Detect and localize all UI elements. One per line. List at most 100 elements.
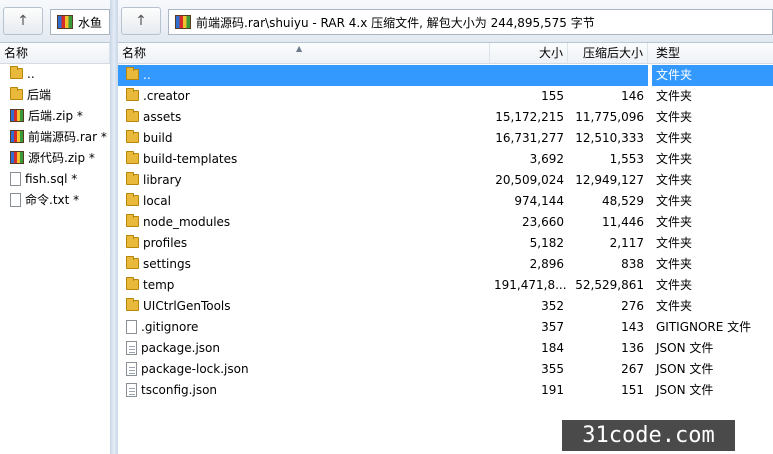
table-row[interactable]: build-templates 3,692 1,553 文件夹	[118, 149, 773, 170]
row-type: 文件夹	[656, 257, 693, 271]
up-arrow-icon: ↑	[135, 13, 147, 29]
doc-icon	[126, 319, 137, 334]
row-packed-size: 136	[621, 341, 644, 355]
folder-icon	[126, 193, 139, 206]
row-name: ..	[143, 68, 151, 82]
table-row[interactable]: .. 文件夹	[118, 65, 773, 86]
row-name: tsconfig.json	[141, 383, 218, 397]
row-size: 23,660	[522, 215, 564, 229]
table-row[interactable]: local 974,144 48,529 文件夹	[118, 191, 773, 212]
table-row[interactable]: build 16,731,277 12,510,333 文件夹	[118, 128, 773, 149]
row-packed-size: 52,529,861	[575, 278, 644, 292]
row-type: GITIGNORE 文件	[656, 320, 752, 334]
table-row[interactable]: package.json 184 136 JSON 文件	[118, 338, 773, 359]
folder-icon	[10, 66, 23, 79]
left-file-pane: ↑ 水鱼 名称 .. 后端后端.zip * 前端源码.rar * 源代码.zip * f…	[0, 0, 111, 454]
table-row[interactable]: settings 2,896 838 文件夹	[118, 254, 773, 275]
json-file-icon	[126, 361, 137, 376]
list-item[interactable]: 后端.zip *	[0, 106, 110, 127]
table-row[interactable]: .creator 155 146 文件夹	[118, 86, 773, 107]
row-size: 155	[541, 89, 564, 103]
row-packed-size: 146	[621, 89, 644, 103]
folder-icon	[126, 256, 139, 269]
list-item[interactable]: ..	[0, 64, 110, 85]
col-name-label: 名称	[122, 46, 147, 60]
row-type: 文件夹	[656, 236, 693, 250]
json-file-icon	[126, 382, 137, 397]
archive-path-field[interactable]: 前端源码.rar\shuiyu - RAR 4.x 压缩文件, 解包大小为 24…	[168, 9, 773, 35]
pane-splitter[interactable]	[110, 0, 118, 454]
left-up-button[interactable]: ↑	[3, 7, 43, 35]
right-toolbar: ↑ 前端源码.rar\shuiyu - RAR 4.x 压缩文件, 解包大小为 …	[118, 0, 773, 43]
col-header-size[interactable]: 大小	[490, 43, 568, 63]
row-name: temp	[143, 278, 175, 292]
doc-icon	[10, 192, 21, 207]
table-row[interactable]: profiles 5,182 2,117 文件夹	[118, 233, 773, 254]
rar-icon	[57, 15, 73, 29]
table-row[interactable]: package-lock.json 355 267 JSON 文件	[118, 359, 773, 380]
row-type: 文件夹	[656, 110, 693, 124]
row-name: local	[143, 194, 171, 208]
col-header-name[interactable]: 名称 ▲	[118, 43, 490, 63]
row-packed-size: 267	[621, 362, 644, 376]
row-size: 191	[541, 383, 564, 397]
left-toolbar: ↑ 水鱼	[0, 0, 110, 43]
folder-icon	[126, 130, 139, 143]
row-packed-size: 12,510,333	[575, 131, 644, 145]
row-type: 文件夹	[656, 299, 693, 313]
row-type: JSON 文件	[656, 341, 714, 355]
row-size: 5,182	[529, 236, 564, 250]
rar-icon	[175, 15, 191, 29]
left-path-text: 水鱼	[78, 15, 103, 30]
table-row[interactable]: node_modules 23,660 11,446 文件夹	[118, 212, 773, 233]
table-row[interactable]: .gitignore 357 143 GITIGNORE 文件	[118, 317, 773, 338]
row-name: assets	[143, 110, 182, 124]
row-packed-size: 151	[621, 383, 644, 397]
table-row[interactable]: tsconfig.json 191 151 JSON 文件	[118, 380, 773, 401]
row-packed-size: 276	[621, 299, 644, 313]
list-item[interactable]: 源代码.zip *	[0, 148, 110, 169]
rar-icon	[10, 151, 24, 164]
folder-icon	[126, 277, 139, 290]
list-item[interactable]: 前端源码.rar *	[0, 127, 110, 148]
row-name: node_modules	[143, 215, 231, 229]
doc-icon	[10, 171, 21, 186]
list-item[interactable]: fish.sql *	[0, 169, 110, 190]
row-name: build	[143, 131, 173, 145]
list-item-label: ..	[27, 67, 35, 81]
folder-icon	[126, 88, 139, 101]
row-type: 文件夹	[656, 194, 693, 208]
list-item-label: 源代码.zip *	[28, 151, 95, 165]
list-item-label: 命令.txt *	[25, 193, 80, 207]
row-type: 文件夹	[656, 89, 693, 103]
col-header-packed[interactable]: 压缩后大小	[568, 43, 648, 63]
row-type: 文件夹	[652, 65, 773, 86]
row-size: 2,896	[529, 257, 564, 271]
row-size: 16,731,277	[495, 131, 564, 145]
left-path-field[interactable]: 水鱼	[50, 9, 110, 35]
table-row[interactable]: assets 15,172,215 11,775,096 文件夹	[118, 107, 773, 128]
row-packed-size: 143	[621, 320, 644, 334]
row-type: 文件夹	[656, 152, 693, 166]
table-row[interactable]: library 20,509,024 12,949,127 文件夹	[118, 170, 773, 191]
col-header-type[interactable]: 类型	[652, 43, 773, 63]
list-item-label: 后端.zip *	[28, 109, 83, 123]
watermark: 31code.com	[562, 420, 735, 451]
list-item[interactable]: 命令.txt *	[0, 190, 110, 211]
archive-path-text: 前端源码.rar\shuiyu - RAR 4.x 压缩文件, 解包大小为 24…	[196, 15, 595, 30]
row-packed-size: 838	[621, 257, 644, 271]
table-row[interactable]: UICtrlGenTools 352 276 文件夹	[118, 296, 773, 317]
right-up-button[interactable]: ↑	[121, 7, 161, 35]
table-row[interactable]: temp 191,471,8... 52,529,861 文件夹	[118, 275, 773, 296]
folder-icon	[126, 109, 139, 122]
row-size: 15,172,215	[495, 110, 564, 124]
folder-icon	[126, 67, 139, 80]
list-item[interactable]: 后端	[0, 85, 110, 106]
row-size: 352	[541, 299, 564, 313]
row-type: 文件夹	[656, 131, 693, 145]
row-size: 191,471,8...	[494, 278, 567, 292]
left-column-header: 名称	[0, 43, 110, 64]
row-size	[490, 65, 568, 86]
left-col-name[interactable]: 名称	[0, 43, 110, 63]
row-name: settings	[143, 257, 191, 271]
